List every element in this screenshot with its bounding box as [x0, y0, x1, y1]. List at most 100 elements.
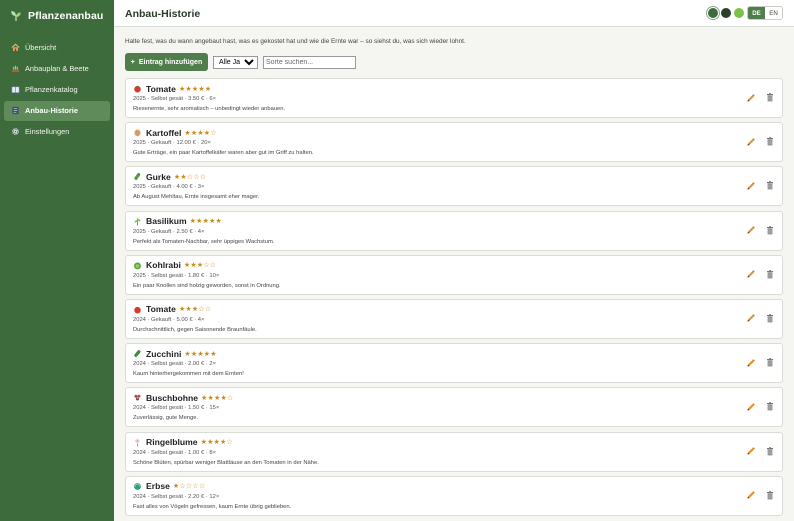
- rating-stars: ★★☆☆☆: [174, 173, 206, 181]
- theme-color-dot[interactable]: [734, 7, 744, 18]
- edit-entry-button[interactable]: [745, 313, 756, 324]
- garden-bed-icon: [11, 64, 20, 73]
- toolbar: + Eintrag hinzufügen Alle Jahre: [125, 53, 783, 71]
- pencil-icon: [747, 270, 755, 278]
- star-empty-icon: ☆: [210, 129, 217, 137]
- delete-entry-button[interactable]: [765, 401, 774, 412]
- delete-entry-button[interactable]: [765, 357, 774, 368]
- rating-stars: ★★★☆☆: [179, 305, 211, 313]
- rating-stars: ★★★★☆: [184, 129, 216, 137]
- entry-note: Schöne Blüten, spürbar weniger Blattläus…: [133, 459, 319, 466]
- pencil-icon: [747, 358, 755, 367]
- theme-color-dot[interactable]: [708, 7, 718, 18]
- trash-icon: [766, 93, 773, 102]
- top-header: Anbau-Historie DE EN: [114, 0, 794, 27]
- star-filled-icon: ★: [215, 218, 223, 226]
- delete-entry-button[interactable]: [765, 490, 774, 501]
- entry-crop-name: Kartoffel: [146, 127, 182, 138]
- rating-stars: ★★★★★: [190, 217, 222, 225]
- delete-entry-button[interactable]: [765, 180, 774, 191]
- pencil-icon: [747, 93, 755, 101]
- sidebar-item-übersicht[interactable]: Übersicht: [4, 37, 110, 57]
- sidebar: Pflanzenanbau Übersicht Anbauplan & Beete…: [0, 0, 114, 521]
- tomato-icon: [133, 84, 142, 93]
- star-filled-icon: ★: [204, 85, 212, 93]
- entry-note: Kaum hinterhergekommen mit dem Ernten!: [133, 371, 244, 378]
- rating-stars: ★★★★★: [184, 350, 216, 358]
- bean-icon: [133, 393, 142, 402]
- trash-icon: [766, 269, 773, 279]
- delete-entry-button[interactable]: [765, 225, 774, 236]
- edit-entry-button[interactable]: [745, 225, 756, 236]
- page-title: Anbau-Historie: [125, 8, 201, 20]
- entry-meta: 2025 · Gekauft · 4.00 € · 3×: [133, 184, 205, 191]
- delete-entry-button[interactable]: [765, 446, 774, 457]
- leaf-logo-icon: [10, 10, 22, 22]
- pencil-icon: [747, 491, 755, 499]
- history-list: Tomate ★★★★★ 2025 · Selbst gesät · 3.50 € …: [125, 78, 783, 520]
- tomato-icon: [133, 305, 142, 314]
- edit-entry-button[interactable]: [745, 180, 756, 191]
- delete-entry-button[interactable]: [765, 92, 774, 103]
- edit-entry-button[interactable]: [745, 446, 756, 457]
- sidebar-item-label: Anbau-Historie: [25, 106, 78, 116]
- entry-note: Riesenernte, sehr aromatisch – unbedingt…: [133, 106, 286, 112]
- entry-note: Durchschnittlich, gegen Saisonende Braun…: [133, 326, 257, 333]
- sidebar-item-einstellungen[interactable]: Einstellungen: [4, 122, 110, 142]
- search-input[interactable]: [263, 56, 356, 69]
- entry-header: Buschbohne ★★★★☆: [133, 392, 233, 403]
- entry-meta: 2024 · Selbst gesät · 1.50 € · 15×: [133, 405, 220, 412]
- language-switch: DE EN: [747, 6, 783, 20]
- theme-color-picker: [708, 7, 744, 18]
- zucchini-icon: [133, 349, 142, 358]
- lang-de-button[interactable]: DE: [748, 7, 765, 19]
- edit-entry-button[interactable]: [745, 490, 756, 501]
- history-entry-card: Tomate ★★★☆☆ 2024 · Gekauft · 5.00 € · 4× D…: [125, 298, 783, 339]
- edit-entry-button[interactable]: [745, 357, 756, 368]
- star-empty-icon: ☆: [198, 483, 206, 491]
- trash-icon: [766, 137, 773, 146]
- entry-meta: 2025 · Gekauft · 2.50 € · 4×: [133, 228, 205, 235]
- edit-entry-button[interactable]: [745, 269, 756, 280]
- delete-entry-button[interactable]: [765, 313, 774, 324]
- entry-crop-name: Buschbohne: [146, 392, 199, 403]
- theme-color-dot[interactable]: [721, 7, 731, 18]
- entry-meta: 2025 · Gekauft · 12.00 € · 20×: [133, 140, 211, 147]
- intro-text: Halte fest, was du wann angebaut hast, w…: [125, 38, 466, 45]
- edit-entry-button[interactable]: [745, 401, 756, 412]
- sidebar-item-anbauplan-beete[interactable]: Anbauplan & Beete: [4, 58, 110, 78]
- pea-icon: [133, 482, 142, 491]
- history-entry-card: Tomate ★★★★★ 2025 · Selbst gesät · 3.50 € …: [125, 78, 783, 118]
- entry-meta: 2024 · Selbst gesät · 2.20 € · 12×: [133, 493, 220, 500]
- entry-header: Basilikum ★★★★★: [133, 216, 222, 227]
- pencil-icon: [747, 226, 755, 234]
- brand[interactable]: Pflanzenanbau: [0, 0, 114, 32]
- year-filter-select[interactable]: Alle Jahre: [213, 56, 258, 69]
- history-entry-card: Gurke ★★☆☆☆ 2025 · Gekauft · 4.00 € · 3× Ab…: [125, 166, 783, 207]
- history-entry-card: Ringelblume ★★★★☆ 2024 · Selbst gesät · 1.…: [125, 431, 783, 472]
- star-empty-icon: ☆: [204, 306, 212, 314]
- entry-header: Tomate ★★★☆☆: [133, 304, 211, 315]
- entry-header: Ringelblume ★★★★☆: [133, 437, 233, 448]
- sidebar-item-label: Anbauplan & Beete: [25, 63, 89, 73]
- entry-note: Fast alles von Vögeln gefressen, kaum Er…: [133, 503, 292, 510]
- pencil-icon: [747, 447, 755, 455]
- star-empty-icon: ☆: [226, 439, 233, 446]
- history-entry-card: Erbse ★☆☆☆☆ 2024 · Selbst gesät · 2.20 € ·…: [125, 475, 783, 516]
- sidebar-item-anbau-historie[interactable]: Anbau-Historie: [4, 100, 110, 121]
- entry-crop-name: Gurke: [146, 171, 171, 182]
- entry-meta: 2024 · Selbst gesät · 2.00 € · 2×: [133, 361, 216, 368]
- sidebar-item-label: Pflanzenkatalog: [25, 84, 78, 94]
- edit-entry-button[interactable]: [745, 136, 756, 147]
- delete-entry-button[interactable]: [765, 136, 774, 147]
- edit-entry-button[interactable]: [745, 92, 756, 103]
- sidebar-item-pflanzenkatalog[interactable]: Pflanzenkatalog: [4, 79, 110, 99]
- lang-en-button[interactable]: EN: [765, 7, 782, 19]
- add-entry-button[interactable]: + Eintrag hinzufügen: [125, 53, 208, 71]
- trash-icon: [766, 314, 773, 323]
- app-title: Pflanzenanbau: [28, 10, 104, 22]
- pencil-icon: [747, 314, 755, 322]
- history-entry-card: Basilikum ★★★★★ 2025 · Gekauft · 2.50 € · …: [125, 210, 783, 251]
- delete-entry-button[interactable]: [765, 269, 774, 280]
- trash-icon: [766, 402, 773, 411]
